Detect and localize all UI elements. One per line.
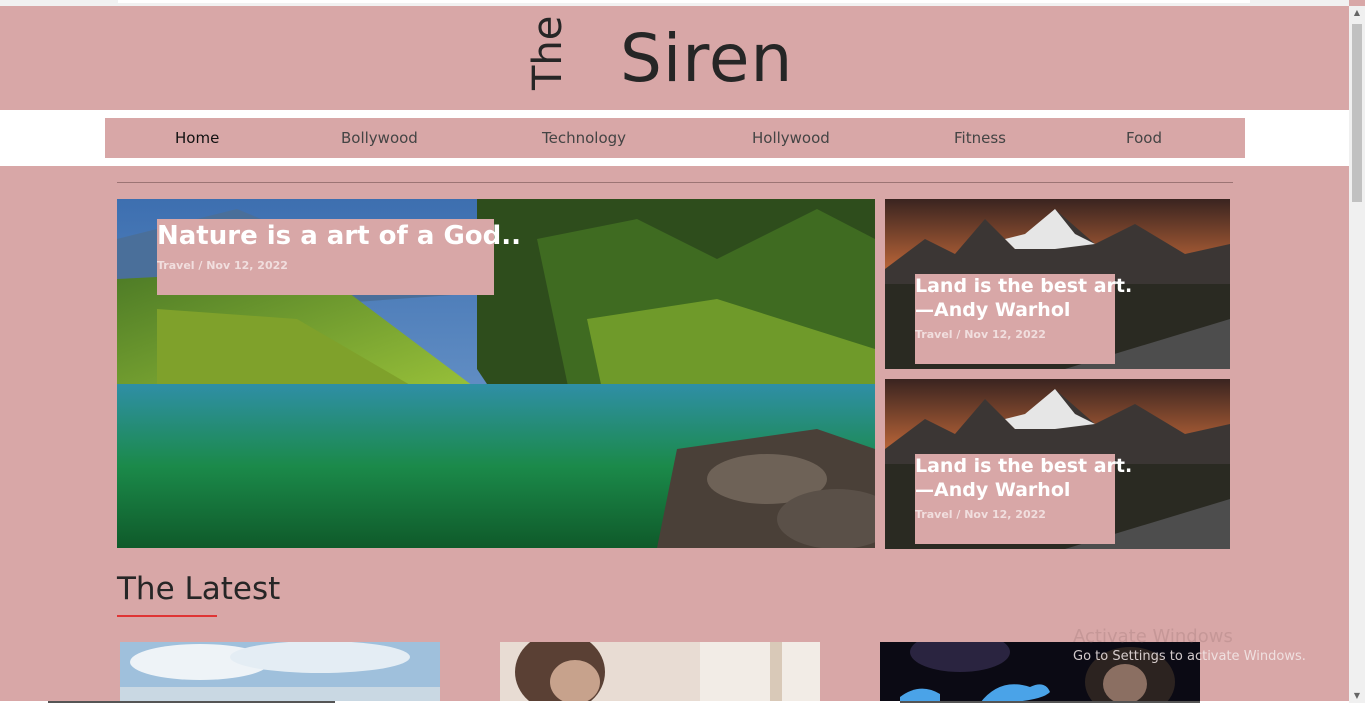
scroll-down-arrow-icon[interactable]: ▼: [1349, 689, 1365, 703]
watermark-subtitle: Go to Settings to activate Windows.: [1073, 649, 1306, 664]
featured-side-2-title-line2[interactable]: —Andy Warhol: [915, 478, 1115, 502]
latest-thumb-2[interactable]: [500, 642, 820, 703]
watermark-title: Activate Windows: [1073, 626, 1233, 647]
featured-side-2-overlay: Land is the best art. —Andy Warhol Trave…: [915, 454, 1132, 544]
woman-portrait-image: [500, 642, 820, 703]
latest-heading-underline: [117, 615, 217, 617]
main-navbar: Home Bollywood Technology Hollywood Fitn…: [105, 118, 1245, 158]
scroll-up-arrow-icon[interactable]: ▲: [1349, 6, 1365, 20]
featured-main-meta: Travel / Nov 12, 2022: [157, 259, 288, 272]
featured-main-card[interactable]: Nature is a art of a God.. Travel / Nov …: [117, 199, 875, 548]
latest-heading: The Latest: [117, 571, 281, 607]
featured-side-card-1[interactable]: Land is the best art. —Andy Warhol Trave…: [885, 199, 1230, 369]
featured-side-2-meta: Travel / Nov 12, 2022: [915, 508, 1046, 521]
nav-item-hollywood[interactable]: Hollywood: [752, 118, 830, 158]
latest-thumb-1[interactable]: [120, 642, 440, 703]
logo-siren-text[interactable]: Siren: [620, 20, 793, 97]
featured-side-1-meta: Travel / Nov 12, 2022: [915, 328, 1046, 341]
sky-clouds-image: [120, 642, 440, 703]
featured-side-card-2[interactable]: Land is the best art. —Andy Warhol Trave…: [885, 379, 1230, 549]
logo-the-text: The: [525, 15, 571, 90]
scrollbar-thumb[interactable]: [1352, 24, 1362, 202]
nav-band: Home Bollywood Technology Hollywood Fitn…: [0, 110, 1349, 166]
nav-item-technology[interactable]: Technology: [542, 118, 626, 158]
top-strip-inner: [118, 0, 1250, 3]
page-scrollbar[interactable]: ▲ ▼: [1349, 6, 1365, 703]
featured-side-2-title-line1[interactable]: Land is the best art.: [915, 454, 1132, 478]
nav-item-home[interactable]: Home: [175, 118, 219, 158]
featured-main-overlay: Nature is a art of a God.. Travel / Nov …: [157, 219, 521, 295]
nav-item-fitness[interactable]: Fitness: [954, 118, 1006, 158]
featured-main-title[interactable]: Nature is a art of a God..: [157, 219, 521, 251]
featured-side-1-overlay: Land is the best art. —Andy Warhol Trave…: [915, 274, 1132, 364]
nav-item-bollywood[interactable]: Bollywood: [341, 118, 418, 158]
site-header: The Siren: [0, 6, 1349, 110]
featured-side-1-title-line1[interactable]: Land is the best art.: [915, 274, 1132, 298]
section-divider: [117, 182, 1233, 183]
featured-side-1-title-line2[interactable]: —Andy Warhol: [915, 298, 1115, 322]
activate-windows-watermark: Activate Windows Go to Settings to activ…: [1073, 626, 1306, 664]
nav-item-food[interactable]: Food: [1126, 118, 1162, 158]
